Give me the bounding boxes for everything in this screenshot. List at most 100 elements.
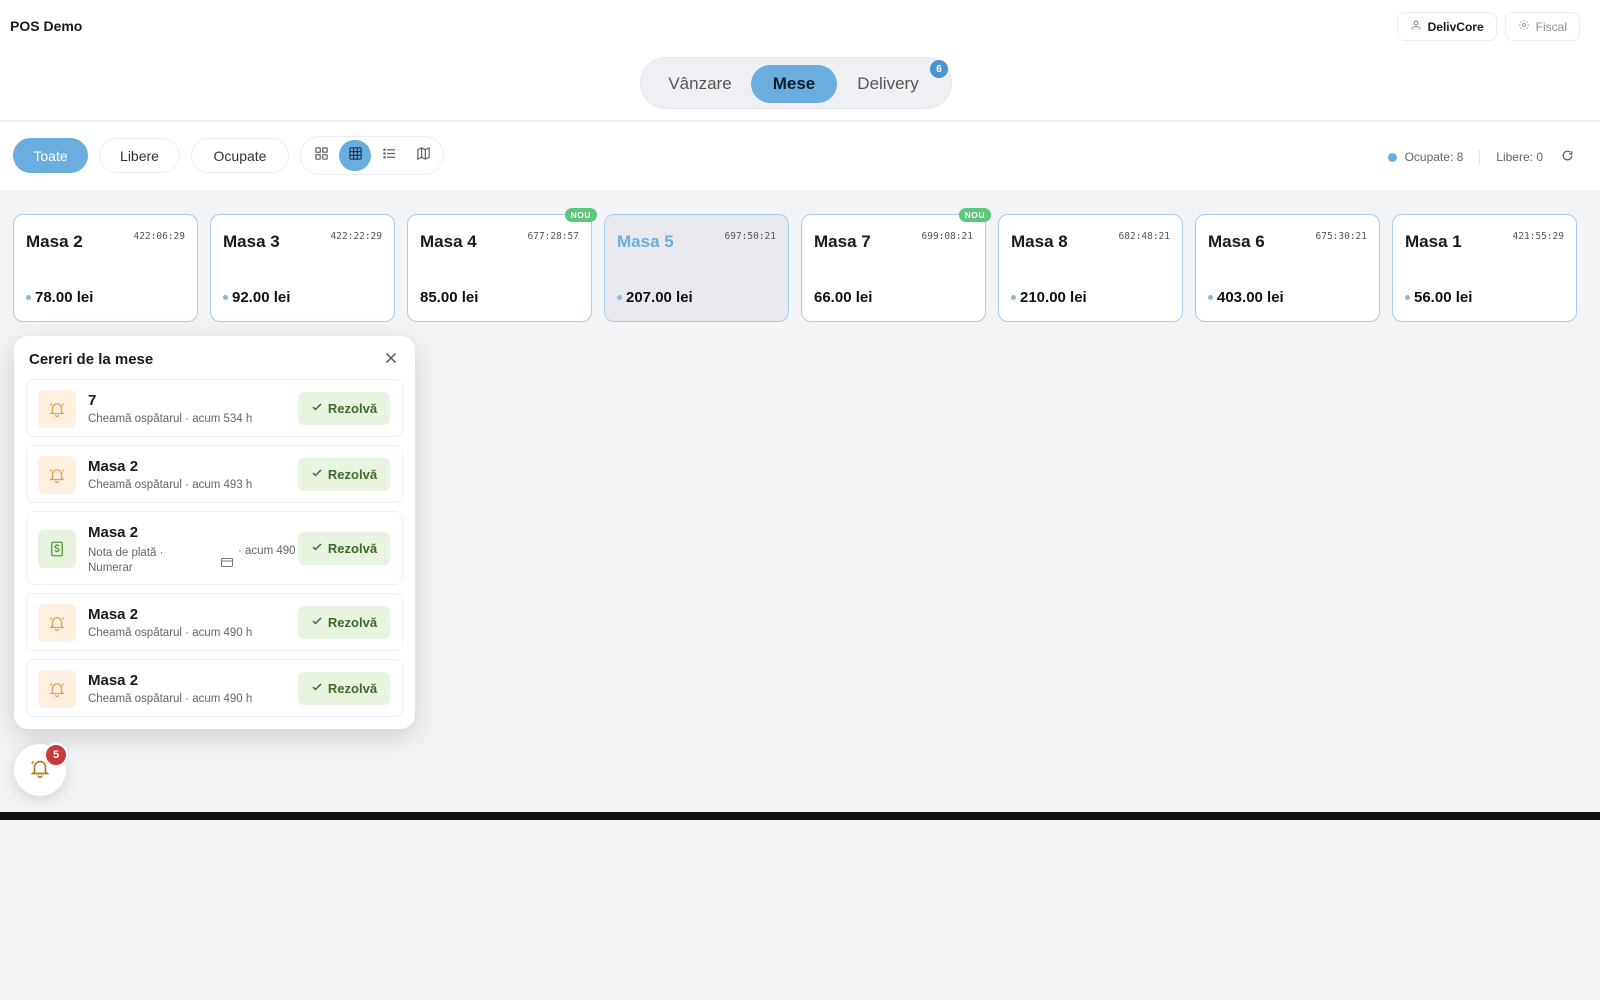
list-icon <box>382 146 397 166</box>
status-dot <box>617 295 622 300</box>
resolve-button[interactable]: Rezolvă <box>298 392 390 425</box>
status-dot <box>26 295 31 300</box>
user-button[interactable]: DelivCore <box>1396 12 1497 41</box>
filter-libere[interactable]: Libere <box>99 138 180 173</box>
status-dot <box>1208 295 1213 300</box>
resolve-button[interactable]: Rezolvă <box>298 672 390 705</box>
check-icon <box>311 615 323 630</box>
delivery-count-badge: 6 <box>930 60 948 78</box>
request-table-name: Masa 2 <box>88 672 139 689</box>
table-card[interactable]: Masa 8 682:48:21 210.00 lei <box>998 214 1183 322</box>
tab-delivery[interactable]: Delivery <box>843 65 933 103</box>
request-item: Masa 2 Nota de plată · Numerar · acum 49… <box>26 511 403 585</box>
request-details: Cheamă ospătarul · acum 493 h <box>88 479 253 491</box>
table-amount: 66.00 lei <box>814 289 872 306</box>
table-amount: 85.00 lei <box>420 289 478 306</box>
free-count: Libere: 0 <box>1496 150 1543 164</box>
view-map-button[interactable] <box>407 140 439 171</box>
request-table-name: Masa 2 <box>88 606 139 623</box>
app-root: POS Demo DelivCore Fiscal Vânzare Mese D… <box>0 0 1600 820</box>
request-details: Cheamă ospătarul · acum 490 h <box>88 627 253 639</box>
table-name: Masa 5 <box>617 232 674 251</box>
table-amount: 403.00 lei <box>1208 289 1284 306</box>
tab-mese[interactable]: Mese <box>751 65 837 103</box>
table-name: Masa 6 <box>1208 232 1265 251</box>
top-bar: POS Demo DelivCore Fiscal Vânzare Mese D… <box>0 0 1600 121</box>
check-icon <box>311 467 323 482</box>
table-card[interactable]: Masa 1 421:55:29 56.00 lei <box>1392 214 1577 322</box>
bell-icon <box>38 670 76 708</box>
table-timer: 422:22:29 <box>330 231 382 242</box>
top-right-actions: DelivCore Fiscal <box>1396 12 1580 41</box>
request-item: Masa 2 Cheamă ospătarul · acum 490 h Rez… <box>26 659 403 717</box>
table-grid-icon <box>348 146 363 166</box>
credit-card-icon <box>221 554 233 567</box>
request-details: Cheamă ospătarul · acum 534 h <box>88 413 253 425</box>
table-name: Masa 7 <box>814 232 871 251</box>
table-timer: 677:28:57 <box>527 231 579 242</box>
table-card[interactable]: NOU Masa 4 677:28:57 85.00 lei <box>407 208 597 322</box>
requests-title: Cereri de la mese <box>29 351 154 368</box>
request-table-name: 7 <box>88 392 97 409</box>
user-label: DelivCore <box>1427 19 1484 34</box>
table-amount: 78.00 lei <box>26 289 93 306</box>
status-dot <box>1405 295 1410 300</box>
table-timer: 682:48:21 <box>1118 231 1170 242</box>
table-timer: 421:55:29 <box>1512 231 1564 242</box>
brand-title: POS Demo <box>10 18 83 34</box>
tab-vanzare[interactable]: Vânzare <box>653 65 747 103</box>
table-requests-panel: Cereri de la mese 7 Cheamă ospătarul · a… <box>14 336 415 729</box>
new-badge: NOU <box>564 208 597 222</box>
close-icon[interactable] <box>382 349 400 367</box>
refresh-icon[interactable] <box>1561 149 1574 165</box>
fiscal-label: Fiscal <box>1535 19 1567 34</box>
occupied-dot <box>1387 152 1397 162</box>
filter-ocupate[interactable]: Ocupate <box>191 138 289 173</box>
table-card[interactable]: Masa 2 422:06:29 78.00 lei <box>13 214 198 322</box>
resolve-button[interactable]: Rezolvă <box>298 458 390 491</box>
table-amount-value: 56.00 lei <box>1414 289 1473 306</box>
table-amount-value: 85.00 lei <box>420 289 479 306</box>
filter-toate[interactable]: Toate <box>13 138 88 173</box>
map-icon <box>416 146 431 166</box>
filter-bar: Toate Libere Ocupate Ocupate: 8 Libere: … <box>0 122 1600 190</box>
fiscal-button[interactable]: Fiscal <box>1504 12 1580 41</box>
table-card[interactable]: NOU Masa 7 699:08:21 66.00 lei <box>801 208 991 322</box>
request-item: Masa 2 Cheamă ospătarul · acum 493 h Rez… <box>26 445 403 503</box>
table-amount-value: 78.00 lei <box>35 289 94 306</box>
stat-divider <box>1479 150 1481 164</box>
resolve-label: Rezolvă <box>327 467 378 482</box>
table-name: Masa 2 <box>26 232 83 251</box>
background-area <box>0 820 1600 1000</box>
table-amount-value: 207.00 lei <box>626 289 693 306</box>
check-icon <box>311 681 323 696</box>
grid-icon <box>314 146 329 166</box>
request-item: 7 Cheamă ospătarul · acum 534 h Rezolvă <box>26 379 403 437</box>
table-amount: 92.00 lei <box>223 289 290 306</box>
status-dot <box>223 295 228 300</box>
view-table-grid-button[interactable] <box>339 140 371 171</box>
request-details: Cheamă ospătarul · acum 490 h <box>88 693 253 705</box>
table-timer: 699:08:21 <box>921 231 973 242</box>
resolve-button[interactable]: Rezolvă <box>298 606 390 639</box>
table-amount-value: 403.00 lei <box>1217 289 1284 306</box>
table-name: Masa 1 <box>1405 232 1462 251</box>
view-list-button[interactable] <box>373 140 405 171</box>
resolve-label: Rezolvă <box>327 681 378 696</box>
user-icon <box>1410 19 1422 34</box>
table-timer: 697:50:21 <box>724 231 776 242</box>
gear-icon <box>1518 19 1530 34</box>
window-edge <box>0 812 1600 820</box>
table-card[interactable]: Masa 6 675:30:21 403.00 lei <box>1195 214 1380 322</box>
bell-icon <box>38 604 76 642</box>
resolve-button[interactable]: Rezolvă <box>298 532 390 565</box>
table-card[interactable]: Masa 5 697:50:21 207.00 lei <box>604 214 789 322</box>
table-name: Masa 8 <box>1011 232 1068 251</box>
request-details: Nota de plată · Numerar <box>88 547 164 574</box>
table-card[interactable]: Masa 3 422:22:29 92.00 lei <box>210 214 395 322</box>
view-grid-button[interactable] <box>305 140 337 171</box>
resolve-label: Rezolvă <box>327 401 378 416</box>
check-icon <box>311 541 323 556</box>
new-badge: NOU <box>958 208 991 222</box>
request-item: Masa 2 Cheamă ospătarul · acum 490 h Rez… <box>26 593 403 651</box>
